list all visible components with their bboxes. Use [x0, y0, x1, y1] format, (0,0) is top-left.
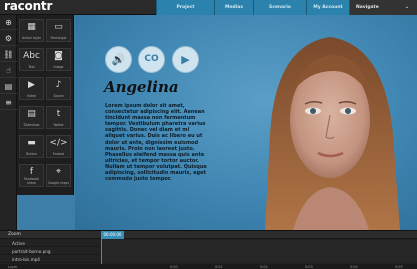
time-tick: 0:04 [350, 265, 358, 269]
hand-icon[interactable]: ☝ [0, 63, 17, 78]
app-root: racontr Project Medias Scenario My Accou… [0, 0, 417, 269]
gear-icon[interactable]: ⚙ [0, 31, 17, 46]
navigate-label: Navigate [356, 5, 379, 10]
timeline-row-active[interactable]: Active [0, 240, 100, 247]
play-button[interactable]: ▶ [172, 46, 199, 73]
action-layer-icon: ▦ [27, 22, 36, 32]
portrait-image[interactable] [235, 15, 417, 230]
embed-icon: </> [49, 138, 68, 148]
video-icon: ▶ [28, 80, 35, 90]
plus-icon[interactable]: ⊕ [0, 15, 17, 30]
tile-twitter[interactable]: t Twitter [46, 106, 71, 129]
timeline-header: Zoom 00:00:00 [0, 231, 417, 239]
link-icon[interactable]: ⛓ [0, 47, 17, 62]
list-icon[interactable]: ≡ [0, 95, 17, 110]
time-tick: 0:01 [215, 265, 223, 269]
tile-action-layer[interactable]: ▦ Action layer [19, 19, 44, 42]
current-time-badge: 00:00:00 [101, 231, 124, 239]
sound-icon: ♪ [55, 80, 62, 90]
image-icon: ◙ [54, 51, 63, 61]
timeline-row-intro[interactable]: intro-bis.mp4 [0, 256, 100, 263]
play-icon: ▶ [181, 53, 190, 66]
facebook-icon: f [29, 167, 34, 177]
tile-slideshow[interactable]: ▤ Slideshow [19, 106, 44, 129]
app-logo: racontr [4, 0, 53, 13]
captions-icon: CO [144, 54, 159, 64]
nav-my-account[interactable]: My Account [306, 0, 349, 15]
time-tick: 0:02 [260, 265, 268, 269]
footer-layer-label: Layer [8, 265, 18, 269]
timeline-row-portrait[interactable]: portrait-borne.png [0, 248, 100, 255]
zoom-control[interactable]: Zoom [8, 232, 21, 237]
canvas-stage[interactable]: 🔊 CO ▶ Angelina Lorem ipsum dolor sit am… [75, 15, 417, 230]
nav-medias[interactable]: Medias [214, 0, 253, 15]
rectangle-icon: ▭ [54, 22, 63, 32]
time-tick: 0:05 [395, 265, 403, 269]
map-pin-icon: ⌖ [55, 167, 62, 177]
chevron-down-icon: ⌄ [404, 4, 409, 10]
text-icon: Abc [23, 51, 40, 61]
tile-text[interactable]: Abc Text [19, 48, 44, 71]
top-navigation-bar: racontr Project Medias Scenario My Accou… [0, 0, 417, 15]
nav-scenario[interactable]: Scenario [253, 0, 306, 15]
button-icon: ▬ [27, 138, 36, 148]
captions-button[interactable]: CO [138, 46, 165, 73]
twitter-icon: t [56, 109, 61, 119]
slideshow-icon: ▤ [27, 109, 36, 119]
character-name: Angelina [104, 78, 179, 96]
time-tick: 0:00 [170, 265, 178, 269]
tool-rail: ⊕ ⚙ ⛓ ☝ ▤ ≡ [0, 15, 17, 230]
navigate-dropdown[interactable]: Navigate ⌄ [349, 0, 417, 15]
tile-button[interactable]: ▬ Button [19, 135, 44, 158]
timeline-panel: Zoom 00:00:00 Active portrait-borne.png … [0, 230, 417, 269]
audio-button[interactable]: 🔊 [105, 46, 132, 73]
tile-video[interactable]: ▶ Video [19, 77, 44, 100]
time-tick: 0:03 [305, 265, 313, 269]
layers-icon[interactable]: ▤ [0, 79, 17, 94]
nav-project[interactable]: Project [156, 0, 214, 15]
tile-google-maps[interactable]: ⌖ Google maps [46, 164, 71, 187]
tile-embed[interactable]: </> Embed [46, 135, 71, 158]
character-description: Lorem ipsum dolor sit amet, consectetur … [105, 103, 207, 183]
speaker-icon: 🔊 [111, 53, 126, 66]
tile-image[interactable]: ◙ Image [46, 48, 71, 71]
tile-rectangle[interactable]: ▭ Rectangle [46, 19, 71, 42]
timeline-track-area[interactable] [102, 240, 417, 262]
tile-facebook-share[interactable]: f Facebook share [19, 164, 44, 187]
widget-palette: ▦ Action layer ▭ Rectangle Abc Text ◙ Image … [17, 15, 74, 195]
tile-sound[interactable]: ♪ Sound [46, 77, 71, 100]
